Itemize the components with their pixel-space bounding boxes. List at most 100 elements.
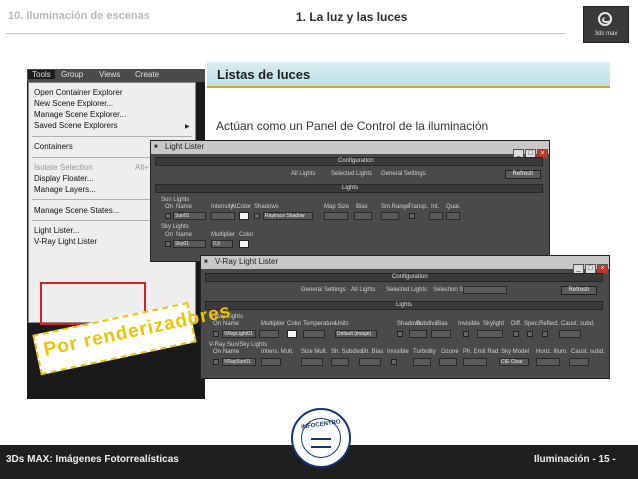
vray-sun-subdivs-field[interactable] [331, 358, 349, 366]
menu-item-manage-scene-states[interactable]: Manage Scene States... [34, 206, 119, 215]
sun-map-size-field[interactable] [324, 212, 348, 220]
menu-item-new-scene-explorer[interactable]: New Scene Explorer... [34, 99, 113, 108]
vray-multiplier-field[interactable] [259, 330, 279, 338]
vray-refresh-button[interactable]: Refresh [561, 286, 597, 295]
logo-text: 3ds max [594, 31, 618, 37]
sky-col-name: Name [176, 232, 193, 238]
menu-item-containers[interactable]: Containers [34, 142, 73, 151]
sky-lights-label: Sky Lights [161, 224, 189, 230]
menu-create[interactable]: Create [135, 70, 159, 79]
vray-sun-caust-field[interactable] [569, 358, 589, 366]
light-lister-title: Light Lister [165, 142, 205, 151]
option-selected-lights[interactable]: Selected Lights [331, 171, 372, 177]
scol-ozone: Ozone [441, 349, 459, 355]
vray-configuration-rollout[interactable]: Configuration [205, 273, 603, 282]
scol-sh-subdivs: Sh. Subdivs [331, 349, 364, 355]
logo-icon [598, 12, 612, 26]
menu-shortcut: Alt+ [135, 163, 150, 172]
menu-item-manage-scene-explorer[interactable]: Manage Scene Explorer... [34, 110, 126, 119]
vcol-skylight: Skylight [483, 321, 505, 327]
vray-sun-ozone-field[interactable] [439, 358, 457, 366]
vray-sun-bias-field[interactable] [359, 358, 381, 366]
vray-sun-on-checkbox[interactable] [213, 359, 219, 365]
vray-diff-checkbox[interactable] [513, 331, 519, 337]
menu-item-display-floater[interactable]: Display Floater... [34, 174, 94, 183]
vray-light-on-checkbox[interactable] [213, 331, 219, 337]
sun-qual-field[interactable] [446, 212, 460, 220]
vray-temperature-field[interactable] [303, 330, 325, 338]
lights-label: Lights [342, 185, 359, 191]
vray-configuration-label: Configuration [392, 274, 428, 280]
col-name: Name [176, 204, 193, 210]
sun-color-swatch[interactable] [239, 212, 249, 220]
vcol-spec: Spec. [524, 321, 540, 327]
vray-lister-titlebar[interactable]: ■ V-Ray Light Lister _ □ × [201, 256, 609, 274]
sun-transp-checkbox[interactable] [409, 213, 415, 219]
sun-intensity-field[interactable] [211, 212, 235, 220]
vray-horiz-illum-field[interactable] [536, 358, 560, 366]
vray-spec-checkbox[interactable] [527, 331, 533, 337]
vray-sun-size-field[interactable] [301, 358, 323, 366]
vray-lights-rollout[interactable]: Lights [205, 301, 603, 310]
menu-item-open-container-explorer[interactable]: Open Container Explorer [34, 88, 123, 97]
menu-item-isolate-selection[interactable]: Isolate Selection [34, 163, 93, 172]
sky-multiplier-field[interactable]: 0,9 [211, 240, 233, 248]
option-general-settings[interactable]: General Settings [381, 171, 426, 177]
vray-invisible-checkbox[interactable] [463, 331, 469, 337]
sun-shadow-type-select[interactable]: Raytrace Shadow [263, 212, 313, 220]
sun-shadows-checkbox[interactable] [254, 213, 260, 219]
vcol-multiplier: Multiplier [261, 321, 286, 327]
sun-bias-field[interactable] [354, 212, 372, 220]
vcol-bias: Bias [436, 321, 448, 327]
sun-int-field[interactable] [429, 212, 443, 220]
vray-sun-invisible-checkbox[interactable] [391, 359, 397, 365]
light-lister-window: ■ Light Lister _ □ × Configuration All Lig… [150, 140, 550, 262]
sky-on-checkbox[interactable] [165, 241, 171, 247]
menu-item-vray-light-lister[interactable]: V-Ray Light Lister [34, 237, 97, 246]
selection-set-select[interactable] [463, 286, 507, 294]
vray-units-select[interactable]: Default (image) [335, 330, 377, 338]
refresh-button[interactable]: Refresh [505, 170, 541, 179]
sky-color-swatch[interactable] [239, 240, 249, 248]
vray-light-lister-window: ■ V-Ray Light Lister _ □ × Configuration G… [200, 255, 610, 379]
page-number: Iluminación - 15 - [534, 454, 616, 465]
vray-caust-subd-field[interactable] [559, 330, 581, 338]
option-all-lights[interactable]: All Lights [291, 171, 315, 177]
vray-shadows-checkbox[interactable] [397, 331, 403, 337]
vray-color-swatch[interactable] [287, 330, 297, 338]
vray-sun-intens-field[interactable] [261, 358, 281, 366]
seal-emblem [311, 438, 331, 448]
vray-subdivs-field[interactable] [409, 330, 427, 338]
vray-bias-field[interactable] [431, 330, 451, 338]
sun-on-checkbox[interactable] [165, 213, 171, 219]
slide-title-bar: Listas de luces [207, 62, 610, 88]
vray-skylight-select[interactable] [477, 330, 503, 338]
vray-light-name-field[interactable]: VRayLight01 [222, 330, 256, 338]
menu-group[interactable]: Group [61, 70, 83, 79]
vray-sun-name-field[interactable]: VRaySun01 [222, 358, 256, 366]
vray-option-general-settings[interactable]: General Settings [301, 287, 346, 293]
sun-name-field[interactable]: Sun01 [173, 212, 206, 220]
configuration-label: Configuration [338, 158, 374, 164]
vray-reflect-checkbox[interactable] [542, 331, 548, 337]
col-qual: Qual. [446, 204, 461, 210]
configuration-rollout[interactable]: Configuration [155, 157, 543, 166]
vray-sky-model-select[interactable]: CIE Clear [499, 358, 529, 366]
lights-rollout[interactable]: Lights [155, 184, 543, 193]
submenu-arrow-icon: ▶ [185, 124, 190, 130]
scol-name: Name [223, 349, 240, 355]
vray-option-selected-lights[interactable]: Selected Lights [386, 287, 427, 293]
sun-sm-range-field[interactable] [381, 212, 399, 220]
sky-col-multiplier: Multiplier [211, 232, 236, 238]
menu-item-saved-scene-explorers[interactable]: Saved Scene Explorers [34, 121, 118, 130]
menu-bar: Tools Group Views Create [27, 69, 205, 82]
menu-item-light-lister[interactable]: Light Lister... [34, 226, 79, 235]
light-lister-titlebar[interactable]: ■ Light Lister _ □ × [151, 141, 549, 159]
menu-item-manage-layers[interactable]: Manage Layers... [34, 185, 96, 194]
vray-sun-turbidity-field[interactable] [413, 358, 431, 366]
menu-tools[interactable]: Tools [28, 70, 55, 79]
sky-name-field[interactable]: Sky01 [173, 240, 206, 248]
menu-views[interactable]: Views [99, 70, 120, 79]
vray-sun-emit-field[interactable] [463, 358, 487, 366]
vray-option-all-lights[interactable]: All Lights [351, 287, 375, 293]
